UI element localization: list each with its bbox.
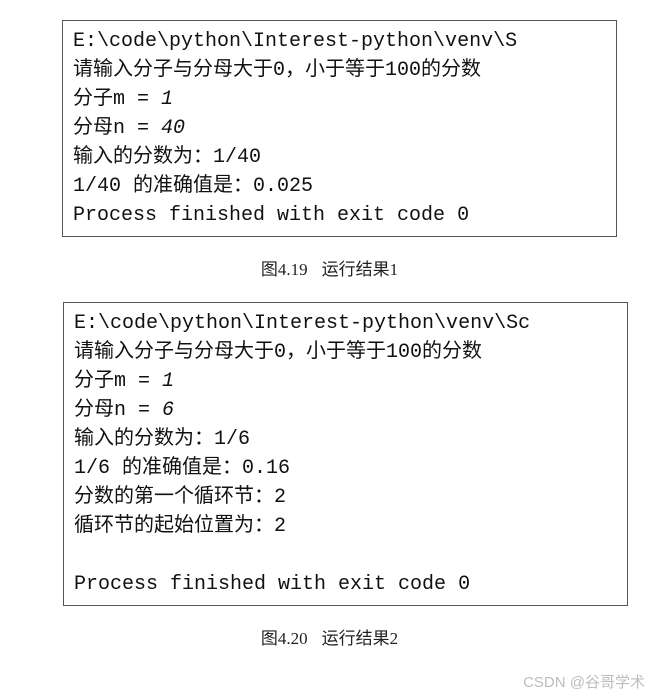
output-line: 分母n = 6 xyxy=(74,396,617,425)
output-line: E:\code\python\Interest-python\venv\S xyxy=(73,27,606,56)
figure-caption-1: 图4.19 运行结果1 xyxy=(0,255,659,280)
output-line: 分母n = 40 xyxy=(73,114,606,143)
output-line: Process finished with exit code 0 xyxy=(74,570,617,599)
output-line: 分子m = 1 xyxy=(74,367,617,396)
terminal-output-1: E:\code\python\Interest-python\venv\S 请输… xyxy=(62,20,617,237)
output-line: 请输入分子与分母大于0，小于等于100的分数 xyxy=(74,338,617,367)
caption-title: 运行结果1 xyxy=(322,260,399,279)
caption-title: 运行结果2 xyxy=(322,629,399,648)
output-line: 输入的分数为：1/40 xyxy=(73,143,606,172)
output-line: E:\code\python\Interest-python\venv\Sc xyxy=(74,309,617,338)
output-line: 分子m = 1 xyxy=(73,85,606,114)
output-line: Process finished with exit code 0 xyxy=(73,201,606,230)
caption-label: 图4.20 xyxy=(261,629,308,648)
output-line: 循环节的起始位置为：2 xyxy=(74,512,617,541)
output-line: 请输入分子与分母大于0，小于等于100的分数 xyxy=(73,56,606,85)
output-line: 输入的分数为：1/6 xyxy=(74,425,617,454)
output-line: 分数的第一个循环节：2 xyxy=(74,483,617,512)
output-line: 1/6 的准确值是：0.16 xyxy=(74,454,617,483)
terminal-output-2: E:\code\python\Interest-python\venv\Sc 请… xyxy=(63,302,628,606)
figure-caption-2: 图4.20 运行结果2 xyxy=(0,624,659,649)
watermark: CSDN @谷哥学术 xyxy=(523,671,645,692)
caption-label: 图4.19 xyxy=(261,260,308,279)
output-line-blank xyxy=(74,541,617,570)
output-line: 1/40 的准确值是：0.025 xyxy=(73,172,606,201)
